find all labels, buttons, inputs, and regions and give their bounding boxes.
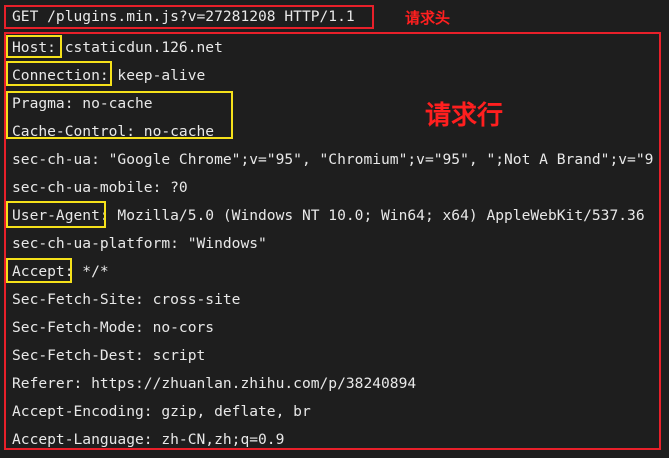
header-sec-ch-ua-platform: sec-ch-ua-platform: "Windows" bbox=[12, 235, 267, 252]
header-sec-ch-ua: sec-ch-ua: "Google Chrome";v="95", "Chro… bbox=[12, 151, 654, 168]
http-request-screenshot: GET /plugins.min.js?v=27281208 HTTP/1.1 … bbox=[0, 0, 669, 458]
user-agent-highlight bbox=[6, 201, 106, 228]
accept-highlight bbox=[6, 258, 72, 283]
header-accept-encoding: Accept-Encoding: gzip, deflate, br bbox=[12, 403, 311, 420]
header-accept: Accept: */* bbox=[12, 263, 109, 280]
request-line: GET /plugins.min.js?v=27281208 HTTP/1.1 bbox=[12, 8, 355, 25]
header-user-agent: User-Agent: Mozilla/5.0 (Windows NT 10.0… bbox=[12, 207, 645, 224]
host-highlight bbox=[6, 35, 62, 58]
connection-highlight bbox=[6, 61, 112, 86]
header-referer: Referer: https://zhuanlan.zhihu.com/p/38… bbox=[12, 375, 417, 392]
header-sec-fetch-site: Sec-Fetch-Site: cross-site bbox=[12, 291, 241, 308]
header-sec-fetch-mode: Sec-Fetch-Mode: no-cors bbox=[12, 319, 215, 336]
header-accept-language: Accept-Language: zh-CN,zh;q=0.9 bbox=[12, 431, 285, 448]
header-sec-ch-ua-mobile: sec-ch-ua-mobile: ?0 bbox=[12, 179, 188, 196]
request-line-annotation: 请求头 bbox=[405, 9, 451, 27]
pragma-cache-control-highlight bbox=[6, 91, 233, 139]
header-sec-fetch-dest: Sec-Fetch-Dest: script bbox=[12, 347, 206, 364]
headers-annotation: 请求行 bbox=[425, 101, 504, 131]
header-host: Host: cstaticdun.126.net bbox=[12, 39, 223, 56]
